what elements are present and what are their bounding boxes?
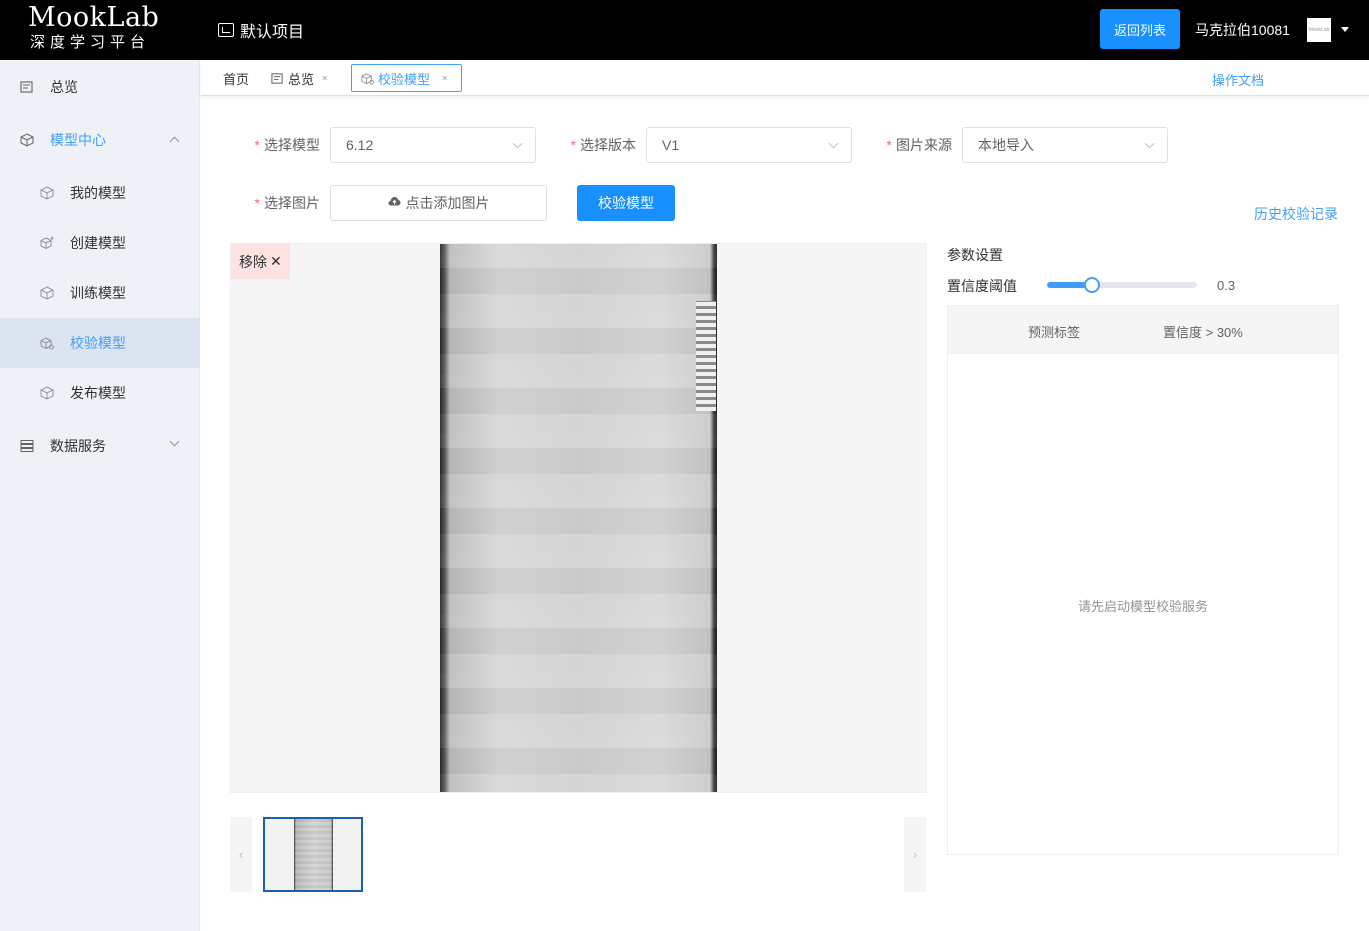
preview-image [440,244,717,792]
sidebar-item-publish-model[interactable]: 发布模型 [0,368,200,418]
tab-home[interactable]: 首页 [223,64,249,92]
sidebar-item-create-model[interactable]: 创建模型 [0,218,200,268]
close-icon[interactable]: × [442,73,447,83]
chevron-left-icon[interactable]: ‹ [230,817,252,892]
image-label: * 选择图片 [250,185,320,221]
slider-handle[interactable] [1084,277,1100,293]
overview-icon [271,72,284,85]
user-menu-caret-icon[interactable] [1341,27,1349,32]
model-label-text: 选择模型 [264,137,320,153]
sidebar-item-label: 创建模型 [70,235,126,251]
cube-plus-icon [40,236,54,250]
verify-model-button[interactable]: 校验模型 [577,185,675,221]
username[interactable]: 马克拉伯10081 [1195,20,1290,40]
sidebar-item-label: 我的模型 [70,185,126,201]
project-icon [218,23,234,37]
cube-icon [20,133,34,147]
sidebar-item-label: 训练模型 [70,285,126,301]
sidebar-item-model-center[interactable]: 模型中心 [0,115,200,165]
project-name: 默认项目 [240,24,305,41]
sidebar-item-overview[interactable]: 总览 [0,62,200,112]
thumbnail-image [294,819,333,890]
remove-image-button[interactable]: 移除 ✕ [231,244,290,279]
sidebar-item-label: 发布模型 [70,385,126,401]
image-label-text: 选择图片 [264,195,320,211]
logo-subtitle: 深度学习平台 [30,34,151,51]
tabs-bar: 首页 总览 × 校验模型 × 操作文档 [201,60,1369,96]
chevron-down-icon [169,436,180,447]
tab-label: 校验模型 [378,71,431,87]
image-preview: 移除 ✕ [230,243,927,793]
chevron-up-icon [169,136,180,147]
cube-check-icon [361,72,374,85]
chevron-down-icon [1144,138,1155,149]
cube-icon [40,286,54,300]
params-title: 参数设置 [947,247,1003,263]
thumbnail-selected[interactable] [263,817,363,892]
cube-icon [40,386,54,400]
cloud-upload-icon [388,196,401,210]
sidebar-item-label: 模型中心 [50,132,106,148]
remove-label: 移除 [239,253,267,270]
model-select[interactable]: 6.12 [330,127,536,163]
model-label: * 选择模型 [250,127,320,163]
column-prediction-label: 预测标签 [1028,325,1081,340]
version-label: * 选择版本 [566,127,636,163]
database-icon [20,439,34,453]
threshold-slider[interactable] [1047,277,1197,293]
sidebar: 总览 模型中心 我的模型 创建模型 训练模型 校验模型 发布模型 数据服务 [0,60,200,931]
column-confidence: 置信度 > 30% [1163,325,1243,340]
chevron-down-icon [828,138,839,149]
project-selector[interactable]: 默认项目 [218,19,304,41]
model-select-value: 6.12 [346,137,374,153]
sidebar-item-verify-model[interactable]: 校验模型 [0,318,200,368]
preview-image-notch [696,301,716,411]
overview-icon [20,80,34,94]
tab-overview[interactable]: 总览 × [271,64,327,92]
sidebar-item-label: 校验模型 [70,335,126,351]
docs-link[interactable]: 操作文档 [1212,70,1264,89]
results-table: 预测标签 置信度 > 30% 请先启动模型校验服务 [947,305,1339,855]
tab-label: 总览 [288,71,315,87]
add-image-label: 点击添加图片 [405,195,490,211]
source-label: * 图片来源 [882,127,952,163]
chevron-down-icon [512,138,523,149]
threshold-label: 置信度阈值 [947,278,1017,294]
source-label-text: 图片来源 [896,137,952,153]
threshold-value: 0.3 [1217,278,1236,293]
tab-label: 首页 [223,71,250,87]
required-mark: * [886,137,892,153]
sidebar-item-my-models[interactable]: 我的模型 [0,168,200,218]
version-select[interactable]: V1 [646,127,852,163]
source-select-value: 本地导入 [978,137,1034,153]
sidebar-item-label: 总览 [50,79,78,95]
close-icon[interactable]: × [322,73,327,83]
required-mark: * [254,137,260,153]
top-header: MookLab 深度学习平台 默认项目 返回列表 马克拉伯10081 MookL… [0,0,1369,60]
results-table-header: 预测标签 置信度 > 30% [948,306,1338,354]
required-mark: * [254,195,260,211]
required-mark: * [570,137,576,153]
avatar[interactable]: MookLab [1307,18,1331,42]
avatar-text: MookLab [1308,27,1330,33]
sidebar-item-label: 数据服务 [50,438,106,454]
chevron-right-icon[interactable]: › [904,817,926,892]
close-icon: ✕ [270,253,282,269]
logo-title: MookLab [28,2,160,33]
version-select-value: V1 [662,137,680,153]
back-to-list-button[interactable]: 返回列表 [1100,9,1180,49]
empty-state-text: 请先启动模型校验服务 [1077,599,1208,614]
preview-image-texture [440,244,717,792]
cube-icon [40,186,54,200]
thumbnail-carousel: ‹ › [230,817,927,892]
version-label-text: 选择版本 [580,137,636,153]
add-image-button[interactable]: 点击添加图片 [330,185,547,221]
tab-verify-model[interactable]: 校验模型 × [351,64,462,92]
sidebar-item-train-model[interactable]: 训练模型 [0,268,200,318]
sidebar-item-data-service[interactable]: 数据服务 [0,421,200,471]
source-select[interactable]: 本地导入 [962,127,1168,163]
history-records-link[interactable]: 历史校验记录 [1254,204,1338,224]
logo[interactable]: MookLab 深度学习平台 [28,2,178,53]
cube-check-icon [40,336,54,350]
